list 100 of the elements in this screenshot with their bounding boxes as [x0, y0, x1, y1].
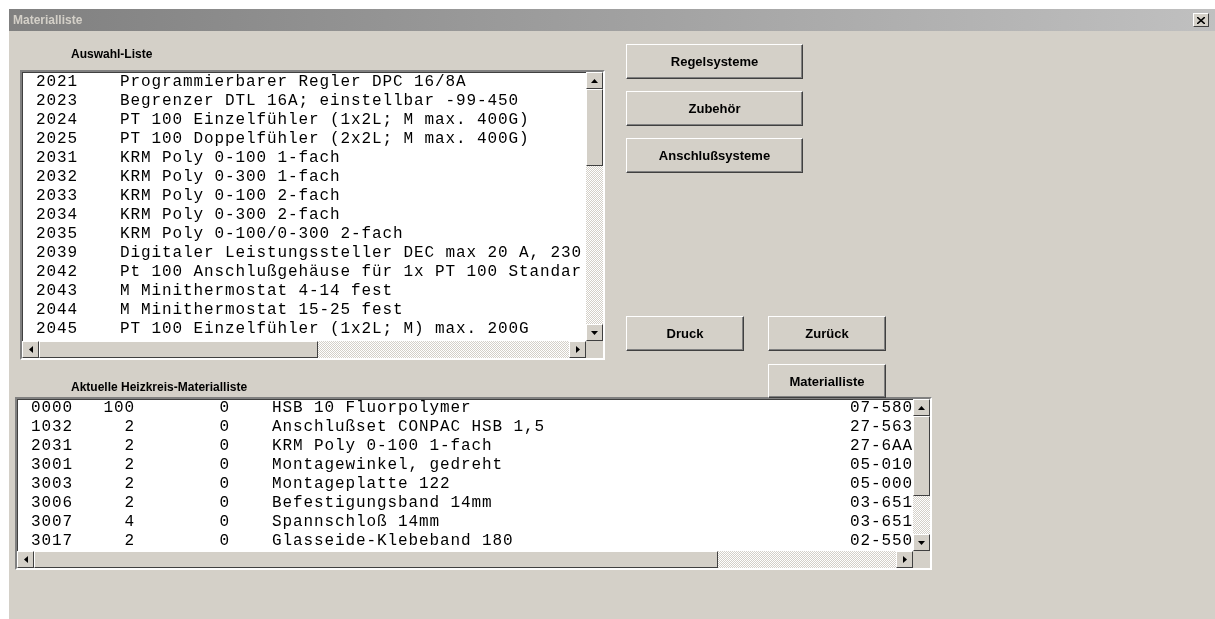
list-cell: Anschlußset CONPAC HSB 1,5 [272, 418, 546, 437]
list-cell-text: 0 [218, 418, 230, 437]
list-cell: 02-550 [850, 532, 913, 551]
vertical-scrollbar[interactable] [913, 399, 930, 551]
list-cell-text: 1032 [31, 418, 74, 437]
list-cell: Digitaler Leistungssteller DEC max 20 A, 230 [120, 244, 583, 263]
list-cell-text: 2033 [36, 187, 79, 206]
scroll-up-button[interactable] [586, 72, 603, 89]
scrollbar-corner [913, 551, 930, 568]
list-cell-text: 2031 [36, 149, 79, 168]
list-cell-text: 2 [123, 418, 135, 437]
list-cell: Montagewinkel, gedreht [272, 456, 504, 475]
list-cell: KRM Poly 0-100/0-300 2-fach [120, 225, 404, 244]
scroll-left-button[interactable] [22, 341, 39, 358]
list-cell-text: 3006 [31, 494, 74, 513]
list-cell-text: 100 [102, 399, 135, 418]
scroll-up-button[interactable] [913, 399, 930, 416]
list-cell: 03-651 [850, 494, 913, 513]
list-cell-text: 0 [218, 399, 230, 418]
list-cell: Befestigungsband 14mm [272, 494, 493, 513]
list-cell-text: 2 [123, 456, 135, 475]
list-cell-text: 0 [218, 494, 230, 513]
list-box[interactable] [15, 397, 932, 570]
close-icon [1197, 16, 1205, 24]
list-cell-text: 2035 [36, 225, 79, 244]
list-cell-text: 4 [123, 513, 135, 532]
material-list-button[interactable]: Materialliste [768, 364, 886, 398]
list-cell-text: 2034 [36, 206, 79, 225]
triangle-up-icon [918, 405, 925, 410]
scroll-thumb[interactable] [913, 416, 930, 496]
list-cell-text: 3007 [31, 513, 74, 532]
list-cell: 27-6AA [850, 437, 913, 456]
list-cell: Spannschloß 14mm [272, 513, 441, 532]
horizontal-scrollbar[interactable] [17, 551, 913, 568]
window-title: Materialliste [13, 13, 83, 27]
action-button[interactable]: Zurück [768, 316, 886, 351]
scroll-thumb[interactable] [34, 551, 718, 568]
list-cell: PT 100 Einzelfühler (1x2L; M) max. 200G [120, 320, 530, 339]
list-cell-text: 2039 [36, 244, 79, 263]
category-button[interactable]: Regelsysteme [626, 44, 803, 79]
list-cell-text: 0 [218, 513, 230, 532]
list-cell: Begrenzer DTL 16A; einstellbar -99-450 [120, 92, 520, 111]
list-cell-text: 2031 [31, 437, 74, 456]
list-cell: 07-580 [850, 399, 913, 418]
list-cell-text: 0000 [31, 399, 74, 418]
list-cell-text: 2044 [36, 301, 79, 320]
triangle-left-icon [28, 346, 33, 353]
list-cell-text: 2 [123, 475, 135, 494]
list-cell: 27-563 [850, 418, 913, 437]
list-cell: M Minithermostat 4-14 fest [120, 282, 394, 301]
list-cell-text: 2025 [36, 130, 79, 149]
scroll-down-button[interactable] [586, 324, 603, 341]
category-button[interactable]: Zubehör [626, 91, 803, 126]
list-cell: KRM Poly 0-300 2-fach [120, 206, 341, 225]
scroll-right-button[interactable] [569, 341, 586, 358]
list-cell-text: 2042 [36, 263, 79, 282]
list-label: Aktuelle Heizkreis-Materialliste [71, 379, 248, 396]
category-button[interactable]: Anschlußsysteme [626, 138, 803, 173]
scroll-down-button[interactable] [913, 534, 930, 551]
list-cell-text: 3017 [31, 532, 74, 551]
list-cell-text: 0 [218, 475, 230, 494]
list-cell-text: 2 [123, 494, 135, 513]
list-cell-text: 2021 [36, 73, 79, 92]
list-cell: Programmierbarer Regler DPC 16/8A [120, 73, 467, 92]
scroll-right-button[interactable] [896, 551, 913, 568]
scrollbar-corner [586, 341, 603, 358]
triangle-down-icon [591, 330, 598, 335]
horizontal-scrollbar[interactable] [22, 341, 586, 358]
vertical-scrollbar[interactable] [586, 72, 603, 341]
triangle-down-icon [918, 540, 925, 545]
list-cell: 05-010 [850, 456, 913, 475]
list-cell-text: 2024 [36, 111, 79, 130]
list-box[interactable] [20, 70, 605, 360]
list-cell: 03-651 [850, 513, 913, 532]
scroll-left-button[interactable] [17, 551, 34, 568]
list-cell-text: 2045 [36, 320, 79, 339]
list-label: Auswahl-Liste [71, 46, 154, 63]
scroll-thumb[interactable] [39, 341, 318, 358]
list-cell-text: 3001 [31, 456, 74, 475]
list-cell: Montageplatte 122 [272, 475, 451, 494]
list-cell: KRM Poly 0-100 1-fach [272, 437, 493, 456]
list-cell: HSB 10 Fluorpolymer [272, 399, 472, 418]
list-cell: KRM Poly 0-100 2-fach [120, 187, 341, 206]
triangle-left-icon [23, 556, 28, 563]
list-cell-text: 2 [123, 532, 135, 551]
list-cell-text: 2043 [36, 282, 79, 301]
list-cell: KRM Poly 0-100 1-fach [120, 149, 341, 168]
list-cell: KRM Poly 0-300 1-fach [120, 168, 341, 187]
list-cell-text: 2032 [36, 168, 79, 187]
list-cell-text: 0 [218, 456, 230, 475]
list-cell-text: 0 [218, 532, 230, 551]
list-cell: 05-000 [850, 475, 913, 494]
list-cell-text: 2 [123, 437, 135, 456]
scroll-thumb[interactable] [586, 89, 603, 166]
list-cell: Pt 100 Anschlußgehäuse für 1x PT 100 Standar [120, 263, 583, 282]
list-cell: M Minithermostat 15-25 fest [120, 301, 404, 320]
close-button[interactable] [1193, 13, 1209, 27]
triangle-right-icon [902, 556, 907, 563]
action-button[interactable]: Druck [626, 316, 744, 351]
list-cell: PT 100 Einzelfühler (1x2L; M max. 400G) [120, 111, 530, 130]
